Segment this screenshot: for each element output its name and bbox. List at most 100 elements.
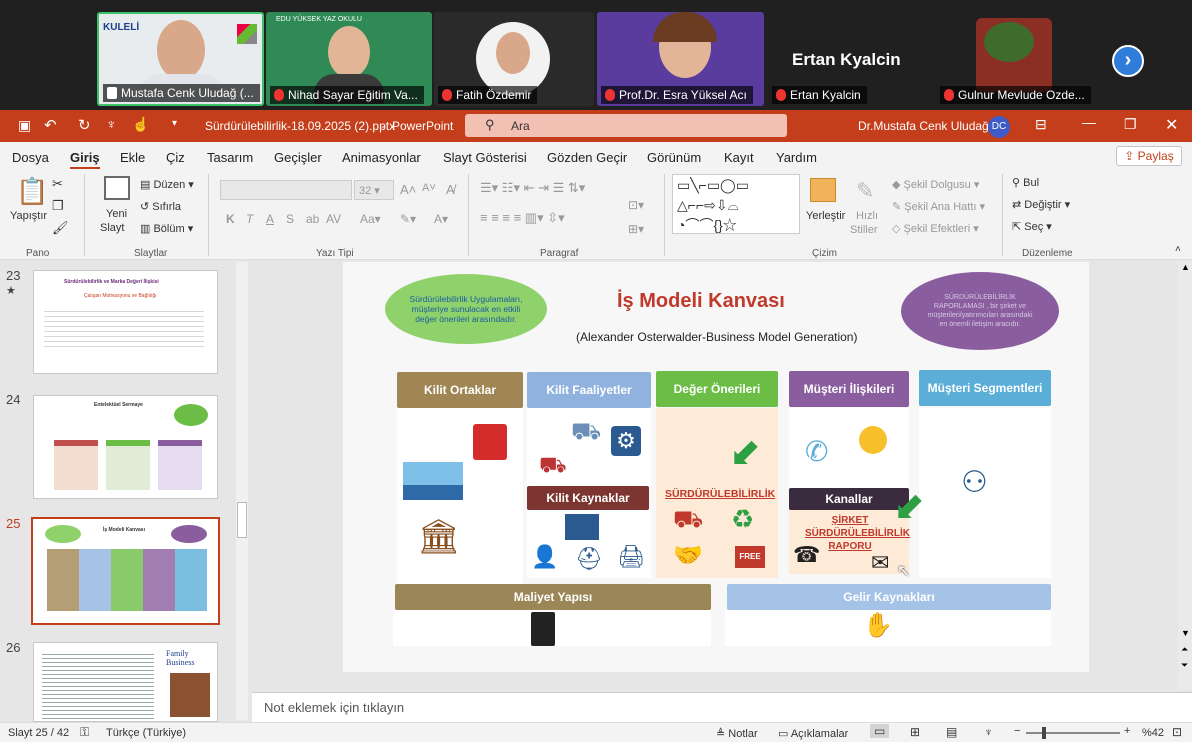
notes-pane[interactable]: Not eklemek için tıklayın xyxy=(252,692,1192,722)
new-slide-button[interactable]: Yeni xyxy=(106,208,127,220)
italic-icon[interactable]: T xyxy=(246,212,253,226)
language-status[interactable]: Türkçe (Türkiye) xyxy=(106,727,186,739)
header-kilit-ortaklar[interactable]: Kilit Ortaklar xyxy=(397,372,523,408)
zoom-in-icon[interactable]: + xyxy=(1124,725,1130,737)
strikethrough-icon[interactable]: S xyxy=(286,212,294,226)
share-button[interactable]: ⇪ Paylaş xyxy=(1116,146,1182,166)
scroll-down-icon[interactable]: ▼ xyxy=(1181,628,1190,638)
bullets-icon[interactable]: ☰▾ ☷▾ ⇤ ⇥ ☰ ⇅▾ xyxy=(480,180,585,196)
tab-ciz[interactable]: Çiz xyxy=(166,150,185,165)
present-icon[interactable]: ♆ xyxy=(106,116,117,132)
tab-animasyonlar[interactable]: Animasyonlar xyxy=(342,150,421,165)
paste-button[interactable]: Yapıştır xyxy=(10,210,47,222)
redo-icon[interactable]: ↻ xyxy=(78,116,91,134)
layout-button[interactable]: ▤ Düzen ▾ xyxy=(140,178,194,191)
close-icon[interactable]: ✕ xyxy=(1165,115,1178,135)
tab-slayt-gosterisi[interactable]: Slayt Gösterisi xyxy=(443,150,527,165)
slide-thumbnail[interactable]: Family Business xyxy=(33,642,218,722)
header-gelir-kaynaklari[interactable]: Gelir Kaynakları xyxy=(727,584,1051,610)
shape-outline-button[interactable]: ✎ Şekil Ana Hattı ▾ xyxy=(892,200,985,213)
find-button[interactable]: ⚲ Bul xyxy=(1012,176,1039,189)
ribbon-display-icon[interactable]: ⊟ xyxy=(1035,116,1047,133)
comments-button[interactable]: ▭ Açıklamalar xyxy=(778,727,848,740)
header-kanallar[interactable]: Kanallar xyxy=(789,488,909,510)
header-maliyet-yapisi[interactable]: Maliyet Yapısı xyxy=(395,584,711,610)
header-musteri-iliskileri[interactable]: Müşteri İlişkileri xyxy=(789,371,909,407)
slide-thumbnail-selected[interactable]: İş Modeli Kanvası xyxy=(31,517,220,625)
zoom-slider-handle[interactable] xyxy=(1042,727,1046,739)
save-icon[interactable]: ▣ xyxy=(18,117,31,134)
tab-ekle[interactable]: Ekle xyxy=(120,150,145,165)
collapse-ribbon-icon[interactable]: ˄ xyxy=(1175,244,1181,255)
zoom-level[interactable]: %42 xyxy=(1142,727,1164,739)
select-button[interactable]: ⇱ Seç ▾ xyxy=(1012,220,1052,233)
tab-dosya[interactable]: Dosya xyxy=(12,150,49,165)
smartart-icon[interactable]: ⊞▾ xyxy=(628,222,644,236)
font-size-field[interactable]: 32 ▾ xyxy=(354,180,394,200)
participant-tile[interactable]: Prof.Dr. Esra Yüksel Acı xyxy=(597,12,764,106)
slide-scrollbar[interactable]: ▲ ▼ ⏶ ⏷ xyxy=(1178,262,1192,690)
quick-styles-button-line2[interactable]: Stiller xyxy=(850,224,878,236)
participant-tile[interactable]: EDU YÜKSEK YAZ OKULU Nihad Sayar Eğitim … xyxy=(266,12,432,106)
purple-callout-oval[interactable]: SÜRDÜRÜLEBİLİRLİK RAPORLAMASI , bir şirk… xyxy=(901,272,1059,350)
slide-canvas[interactable]: Sürdürülebilirlik Uygulamaları, müşteriy… xyxy=(343,262,1089,672)
quick-styles-icon[interactable]: ✎ xyxy=(856,178,874,204)
tab-giris[interactable]: Giriş xyxy=(70,150,100,169)
participant-tile[interactable]: Ertan Kyalcin Ertan Kyalcin xyxy=(768,12,934,106)
tab-tasarim[interactable]: Tasarım xyxy=(207,150,253,165)
header-kilit-kaynaklar[interactable]: Kilit Kaynaklar xyxy=(527,486,649,510)
accessibility-icon[interactable]: ⚿ xyxy=(80,725,89,740)
shape-effects-button[interactable]: ◇ Şekil Efektleri ▾ xyxy=(892,222,979,235)
decrease-font-icon[interactable]: A˅ xyxy=(422,182,436,194)
bold-icon[interactable]: K xyxy=(226,212,235,226)
zoom-out-icon[interactable]: − xyxy=(1014,725,1020,737)
green-callout-oval[interactable]: Sürdürülebilirlik Uygulamaları, müşteriy… xyxy=(385,274,547,344)
fit-slide-icon[interactable]: ⊡ xyxy=(1172,725,1182,739)
reset-button[interactable]: ↺ Sıfırla xyxy=(140,200,181,213)
underline-icon[interactable]: A xyxy=(266,212,274,226)
copy-icon[interactable]: ❐ xyxy=(52,198,64,214)
participant-tile[interactable]: Fatih Özdemir xyxy=(434,12,594,106)
shapes-gallery[interactable]: ▭╲⌐▭◯▭ △⌐⌐⇨⇩⌓ ◔⌒⌒{}☆ xyxy=(672,174,800,234)
minimize-icon[interactable]: — xyxy=(1082,114,1096,130)
slideshow-icon[interactable]: ♆ xyxy=(984,725,993,739)
paste-icon[interactable]: 📋 xyxy=(16,176,48,207)
slide-title[interactable]: İş Modeli Kanvası xyxy=(617,290,785,313)
tab-yardim[interactable]: Yardım xyxy=(776,150,817,165)
cut-icon[interactable]: ✂ xyxy=(52,176,63,192)
prev-slide-icon[interactable]: ⏶ xyxy=(1181,644,1188,655)
quick-styles-button[interactable]: Hızlı xyxy=(856,210,878,222)
highlight-icon[interactable]: ✎▾ xyxy=(400,212,416,226)
header-deger-onerileri[interactable]: Değer Önerileri xyxy=(656,371,778,407)
surdurulebilirlik-label[interactable]: SÜRDÜRÜLEBİLİRLİK xyxy=(665,488,775,500)
scroll-thumb[interactable] xyxy=(237,502,247,538)
scroll-up-icon[interactable]: ▲ xyxy=(1181,262,1190,272)
next-slide-icon[interactable]: ⏷ xyxy=(1181,660,1188,671)
section-button[interactable]: ▥ Bölüm ▾ xyxy=(140,222,193,235)
participant-tile[interactable]: KULELİ Mustafa Cenk Uludağ (... xyxy=(97,12,264,106)
tab-kayit[interactable]: Kayıt xyxy=(724,150,754,165)
user-name[interactable]: Dr.Mustafa Cenk Uludağ xyxy=(858,119,989,133)
replace-button[interactable]: ⇄ Değiştir ▾ xyxy=(1012,198,1070,211)
arrange-button[interactable]: Yerleştir xyxy=(806,210,845,222)
header-musteri-segmentleri[interactable]: Müşteri Segmentleri xyxy=(919,370,1051,406)
thumbnail-scrollbar[interactable] xyxy=(236,262,248,720)
slide-sorter-icon[interactable]: ⊞ xyxy=(910,725,920,739)
clear-format-icon[interactable]: A̸ xyxy=(446,182,455,197)
font-color-icon[interactable]: A▾ xyxy=(434,212,448,226)
slide-thumbnail[interactable]: Sürdürülebilirlik ve Marka Değeri İlişki… xyxy=(33,270,218,374)
shape-fill-button[interactable]: ◆ Şekil Dolgusu ▾ xyxy=(892,178,979,191)
case-icon[interactable]: Aa▾ xyxy=(360,212,381,226)
zoom-slider[interactable] xyxy=(1026,727,1120,739)
touch-mode-icon[interactable]: ☝ xyxy=(132,116,149,133)
undo-icon[interactable]: ↶ xyxy=(44,116,57,134)
participant-tile[interactable]: Gulnur Mevlude Ozde... xyxy=(936,12,1100,106)
tab-gecisler[interactable]: Geçişler xyxy=(274,150,322,165)
text-direction-icon[interactable]: ⊡▾ xyxy=(628,198,644,212)
align-icons[interactable]: ≡ ≡ ≡ ≡ ▥▾ ⇳▾ xyxy=(480,210,565,226)
tab-gorunum[interactable]: Görünüm xyxy=(647,150,701,165)
next-participants-button[interactable]: › xyxy=(1112,45,1144,77)
slide-subtitle[interactable]: (Alexander Osterwalder-Business Model Ge… xyxy=(576,330,857,344)
increase-font-icon[interactable]: A˄ xyxy=(400,182,416,197)
normal-view-icon[interactable]: ▭ xyxy=(870,724,890,738)
